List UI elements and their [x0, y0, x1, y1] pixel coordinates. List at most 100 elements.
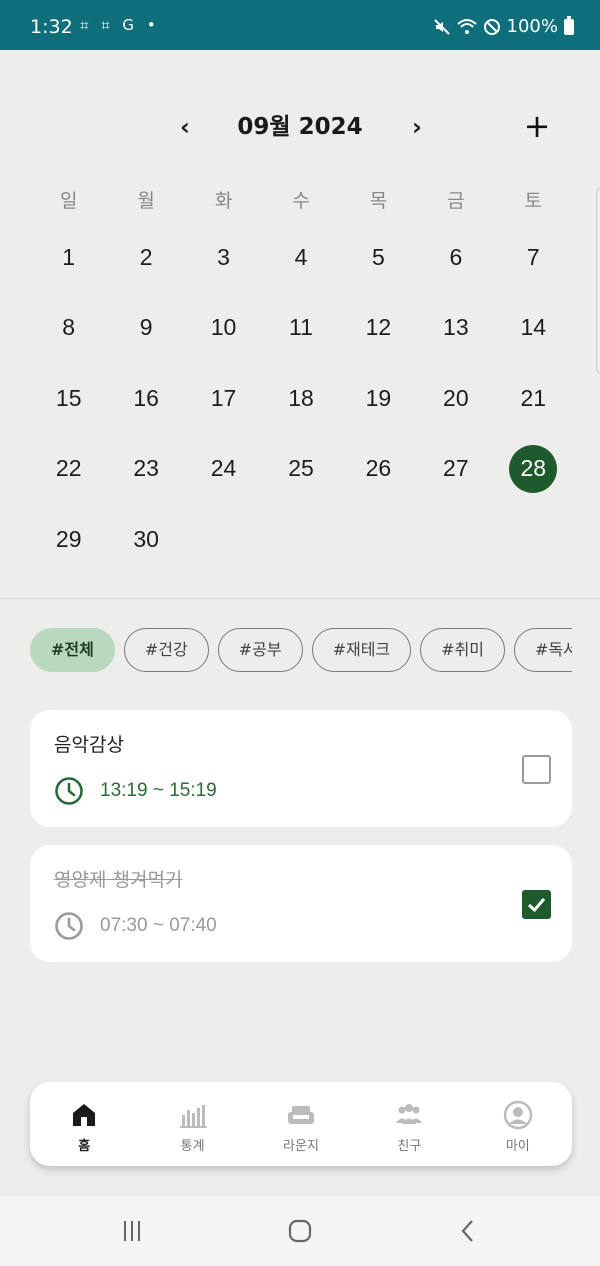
calendar-day[interactable]: 1 [30, 222, 107, 293]
day-number: 23 [133, 455, 159, 482]
day-number: 19 [365, 384, 392, 411]
battery-text: 100% [506, 16, 558, 37]
month-title: 09월 2024 [237, 114, 363, 140]
day-number: 2 [139, 243, 153, 270]
nav-stats[interactable]: 통계 [138, 1082, 246, 1166]
filter-chip[interactable]: #전체 [30, 628, 115, 672]
back-button[interactable] [438, 1196, 498, 1266]
nav-my[interactable]: 마이 [464, 1082, 572, 1166]
notification-icons: ⌗ ⌗ G • [80, 16, 160, 34]
task-checkbox-checked[interactable] [522, 890, 551, 919]
task-title: 영양제 챙겨먹기 [54, 869, 183, 891]
day-number: 16 [133, 384, 159, 411]
calendar-day[interactable]: 15 [30, 363, 107, 434]
day-number: 27 [443, 455, 469, 482]
calendar-day[interactable]: 21 [495, 363, 572, 434]
calendar-day[interactable]: 3 [185, 222, 262, 293]
task-card[interactable]: 영양제 챙겨먹기 07:30 ~ 07:40 [30, 845, 572, 962]
calendar-day[interactable]: 6 [417, 222, 494, 293]
calendar-grid: 1 2 3 4 5 6 7 8 9 10 11 12 13 14 15 16 17 18 19 20 21 22 23 24 2… [30, 222, 572, 575]
task-title: 음악감상 [54, 734, 124, 756]
calendar-day[interactable]: 5 [340, 222, 417, 293]
day-number: 11 [289, 314, 313, 341]
calendar-day[interactable]: 12 [340, 293, 417, 364]
edge-panel-handle[interactable] [596, 188, 600, 373]
add-task-button[interactable]: + [520, 105, 554, 150]
day-number: 20 [443, 384, 469, 411]
calendar-day[interactable]: 27 [417, 434, 494, 505]
day-number: 10 [210, 314, 237, 341]
day-number: 22 [55, 455, 82, 482]
filter-chip[interactable]: #독서 [514, 628, 572, 672]
calendar-header: ‹ 09월 2024 › + [0, 105, 600, 150]
battery-icon [564, 15, 574, 35]
calendar-day[interactable]: 8 [30, 293, 107, 364]
recent-apps-icon [124, 1221, 140, 1241]
filter-chip[interactable]: #재테크 [311, 628, 412, 672]
day-number: 12 [365, 314, 392, 341]
calendar-day[interactable]: 10 [185, 293, 262, 364]
nav-label: 홈 [78, 1138, 91, 1154]
calendar-day[interactable]: 29 [30, 504, 107, 575]
task-checkbox[interactable] [522, 755, 551, 784]
calendar-day[interactable]: 26 [340, 434, 417, 505]
day-number: 25 [288, 455, 314, 482]
task-card[interactable]: 음악감상 13:19 ~ 15:19 [30, 710, 572, 827]
calendar-day[interactable]: 22 [30, 434, 107, 505]
next-month-button[interactable]: › [404, 105, 430, 150]
calendar-day[interactable]: 7 [495, 222, 572, 293]
bar-chart-icon [179, 1104, 207, 1128]
weekday-row: 일월화수목금토 [30, 185, 572, 217]
weekday-label: 수 [292, 190, 310, 212]
clock-icon [55, 777, 83, 805]
nav-label: 마이 [505, 1138, 530, 1154]
day-number: 17 [210, 384, 237, 411]
calendar-day[interactable]: 2 [107, 222, 184, 293]
calendar-day[interactable]: 20 [417, 363, 494, 434]
day-number: 9 [139, 314, 153, 341]
calendar-day[interactable]: 23 [107, 434, 184, 505]
back-icon [461, 1220, 473, 1242]
people-icon [396, 1103, 423, 1124]
filter-chip[interactable]: #공부 [217, 628, 303, 672]
home-icon [73, 1103, 96, 1126]
calendar-day[interactable]: 18 [262, 363, 339, 434]
calendar-day[interactable]: 11 [262, 293, 339, 364]
calendar-day[interactable]: 17 [185, 363, 262, 434]
day-number: 5 [372, 243, 385, 270]
calendar-day-selected[interactable]: 28 [495, 434, 572, 505]
calendar-day[interactable]: 9 [107, 293, 184, 364]
clock-icon [55, 912, 83, 940]
nav-lounge[interactable]: 라운지 [247, 1082, 355, 1166]
calendar-day[interactable]: 13 [417, 293, 494, 364]
calendar-day[interactable]: 25 [262, 434, 339, 505]
calendar-day[interactable]: 4 [262, 222, 339, 293]
day-number: 21 [520, 384, 547, 411]
mute-icon [433, 18, 450, 35]
day-number: 18 [288, 384, 314, 411]
status-time: 1:32 [30, 16, 73, 38]
weekday-label: 금 [447, 190, 465, 212]
day-number: 7 [526, 243, 540, 270]
nav-label: 통계 [180, 1138, 205, 1154]
day-number: 30 [133, 525, 159, 552]
system-navigation-bar [0, 1196, 600, 1266]
calendar-day[interactable]: 14 [495, 293, 572, 364]
calendar-day[interactable]: 30 [107, 504, 184, 575]
profile-icon [503, 1100, 533, 1129]
calendar-day[interactable]: 19 [340, 363, 417, 434]
weekday-label: 목 [369, 190, 388, 212]
home-button[interactable] [270, 1196, 330, 1266]
status-right: 100% [433, 15, 574, 37]
calendar-day[interactable]: 24 [185, 434, 262, 505]
prev-month-button[interactable]: ‹ [172, 105, 198, 150]
nav-home[interactable]: 홈 [30, 1082, 138, 1166]
task-time: 07:30 ~ 07:40 [100, 915, 217, 936]
filter-chip[interactable]: #취미 [420, 628, 506, 672]
day-number: 13 [443, 314, 469, 341]
filter-chip[interactable]: #건강 [123, 628, 209, 672]
recent-apps-button[interactable] [102, 1196, 162, 1266]
calendar-day[interactable]: 16 [107, 363, 184, 434]
nav-label: 친구 [397, 1138, 422, 1154]
nav-friends[interactable]: 친구 [355, 1082, 463, 1166]
